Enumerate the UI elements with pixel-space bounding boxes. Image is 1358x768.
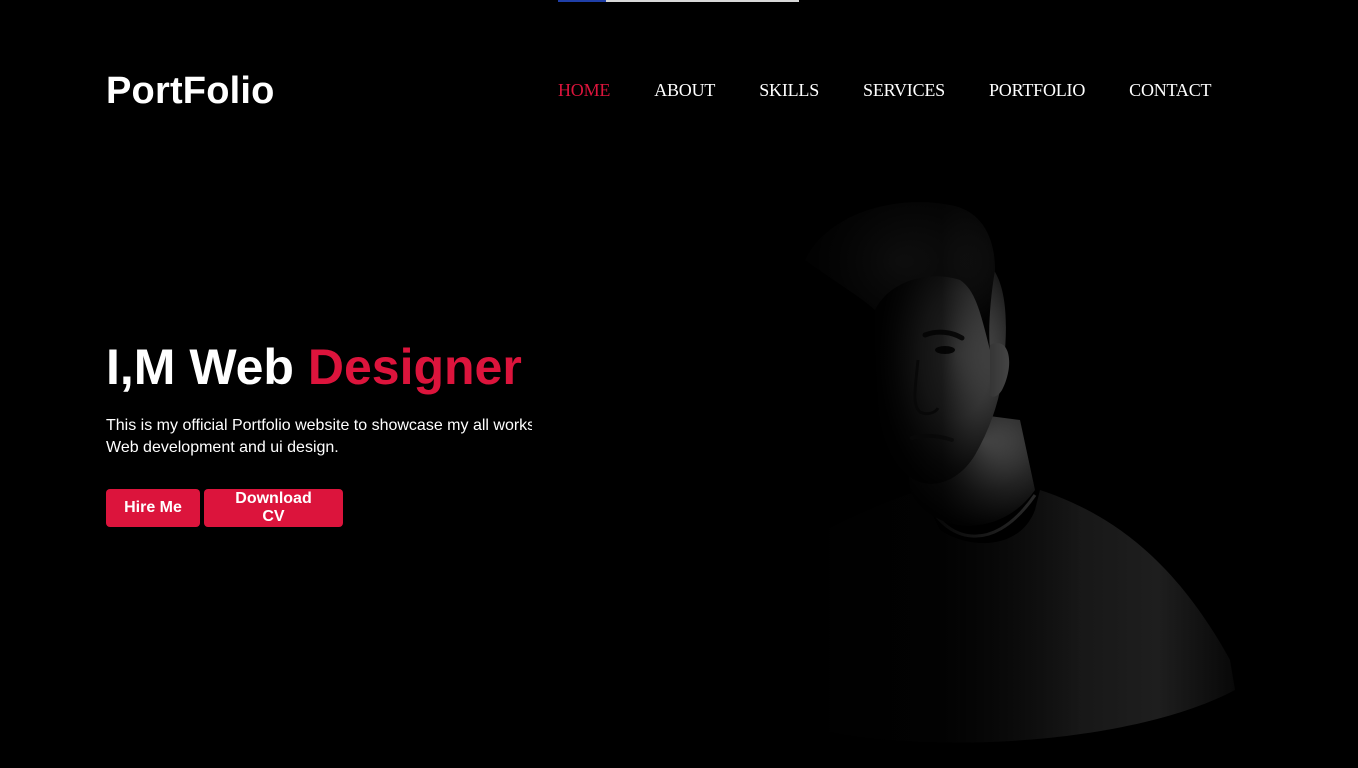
- portfolio-page: PortFolio HOME ABOUT SKILLS SERVICES POR…: [0, 0, 1358, 768]
- top-progress-bar: [558, 0, 799, 2]
- nav-item-about[interactable]: ABOUT: [654, 80, 715, 101]
- portrait-image: [690, 190, 1250, 760]
- hero-description-line1: This is my official Portfolio website to…: [106, 417, 532, 434]
- hero-title-accent: Designer: [307, 339, 522, 395]
- download-cv-button[interactable]: Download CV: [204, 489, 343, 527]
- nav-item-skills[interactable]: SKILLS: [759, 80, 819, 101]
- hero-description-line2: Web development and ui design.: [106, 439, 339, 456]
- top-progress-fill: [558, 0, 607, 2]
- site-logo[interactable]: PortFolio: [106, 70, 275, 113]
- main-nav: HOME ABOUT SKILLS SERVICES PORTFOLIO CON…: [558, 80, 1212, 101]
- hero-title: I,M Web Designer: [106, 338, 522, 396]
- nav-item-contact[interactable]: CONTACT: [1129, 80, 1211, 101]
- hero-title-prefix: I,M Web: [106, 339, 308, 395]
- nav-item-portfolio[interactable]: PORTFOLIO: [989, 80, 1085, 101]
- nav-item-home[interactable]: HOME: [558, 80, 610, 101]
- hire-me-button[interactable]: Hire Me: [106, 489, 200, 527]
- nav-item-services[interactable]: SERVICES: [863, 80, 945, 101]
- hero-description: This is my official Portfolio website to…: [106, 415, 532, 459]
